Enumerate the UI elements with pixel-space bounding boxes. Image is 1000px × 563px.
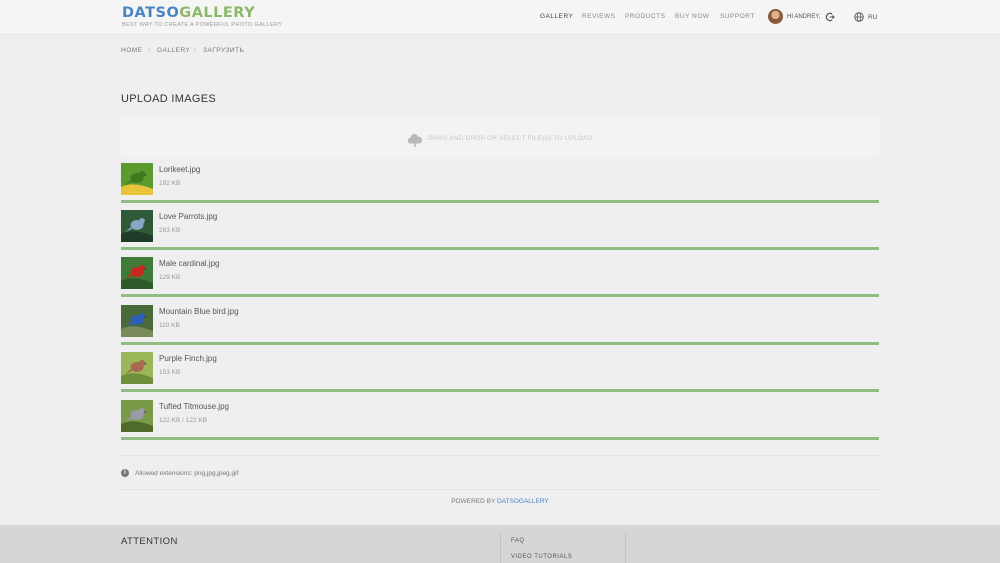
file-name: Purple Finch.jpg xyxy=(159,354,217,363)
upload-progress-bar xyxy=(121,389,879,392)
nav-buy-now[interactable]: BUY NOW xyxy=(675,13,709,20)
globe-icon xyxy=(854,12,864,22)
upload-progress-fill xyxy=(121,389,879,392)
upload-progress-fill xyxy=(121,200,879,203)
user-greeting: HI ANDREY, xyxy=(787,13,821,20)
breadcrumb-gallery[interactable]: GALLERY xyxy=(157,47,190,54)
file-row: Mountain Blue bird.jpg 110 KB xyxy=(121,305,879,352)
bird-photo-icon xyxy=(121,257,153,289)
file-size: 110 KB xyxy=(159,322,180,329)
bird-photo-icon xyxy=(121,163,153,195)
allowed-extensions-note: i Allowed extensions: png,jpg,jpeg,gif xyxy=(121,469,238,477)
file-name: Tufted Titmouse.jpg xyxy=(159,402,229,411)
bird-photo-icon xyxy=(121,210,153,242)
footer: ATTENTION FAQ VIDEO TUTORIALS xyxy=(0,525,1000,563)
dropzone-text: DRAG AND DROP OR SELECT FILE(S) TO UPLOA… xyxy=(428,135,593,142)
file-row: Male cardinal.jpg 129 KB xyxy=(121,257,879,304)
breadcrumb-separator: / xyxy=(194,47,196,54)
file-thumbnail xyxy=(121,163,153,195)
nav-gallery[interactable]: GALLERY xyxy=(540,13,573,20)
bird-photo-icon xyxy=(121,352,153,384)
nav-support[interactable]: SUPPORT xyxy=(720,13,755,20)
upload-progress-bar xyxy=(121,437,879,440)
file-name: Male cardinal.jpg xyxy=(159,259,220,268)
file-thumbnail xyxy=(121,305,153,337)
footer-links: FAQ VIDEO TUTORIALS xyxy=(500,533,626,563)
file-thumbnail xyxy=(121,257,153,289)
file-row: Purple Finch.jpg 153 KB xyxy=(121,352,879,399)
logo-text: DATSOGALLERY xyxy=(122,6,282,21)
logout-icon[interactable] xyxy=(825,12,836,22)
file-row: Lorikeet.jpg 192 KB xyxy=(121,163,879,210)
file-row: Tufted Titmouse.jpg 122 KB / 122 KB xyxy=(121,400,879,447)
file-thumbnail xyxy=(121,400,153,432)
upload-progress-bar xyxy=(121,342,879,345)
header: DATSOGALLERY BEST WAY TO CREATE A POWERF… xyxy=(0,0,1000,35)
powered-by-link[interactable]: DATSOGALLERY xyxy=(497,498,549,505)
bird-photo-icon xyxy=(121,305,153,337)
logo-part2: GALLERY xyxy=(179,5,256,21)
footer-link-faq[interactable]: FAQ xyxy=(511,538,525,544)
breadcrumb-home[interactable]: HOME xyxy=(121,47,143,54)
nav-reviews[interactable]: REVIEWS xyxy=(582,13,615,20)
breadcrumb-current: ЗАГРУЗИТЬ xyxy=(203,47,245,54)
upload-dropzone[interactable]: DRAG AND DROP OR SELECT FILE(S) TO UPLOA… xyxy=(121,118,879,158)
file-size: 122 KB / 122 KB xyxy=(159,417,208,424)
file-name: Lorikeet.jpg xyxy=(159,165,201,174)
footer-link-video-tutorials[interactable]: VIDEO TUTORIALS xyxy=(511,554,572,560)
upload-progress-bar xyxy=(121,294,879,297)
upload-progress-fill xyxy=(121,342,879,345)
logo-tagline: BEST WAY TO CREATE A POWERFUL PHOTO GALL… xyxy=(122,22,283,28)
file-row: Love Parrots.jpg 263 KB xyxy=(121,210,879,257)
language-label: RU xyxy=(868,13,878,21)
file-size: 129 KB xyxy=(159,274,181,281)
logo[interactable]: DATSOGALLERY BEST WAY TO CREATE A POWERF… xyxy=(122,6,283,29)
powered-by-prefix: POWERED BY xyxy=(451,498,496,505)
file-name: Mountain Blue bird.jpg xyxy=(159,307,239,316)
user-menu[interactable]: HI ANDREY, xyxy=(768,9,836,24)
upload-progress-bar xyxy=(121,247,879,250)
upload-progress-bar xyxy=(121,200,879,203)
nav-products[interactable]: PRODUCTS xyxy=(625,13,665,20)
upload-progress-fill xyxy=(121,437,879,440)
logo-part1: DATSO xyxy=(122,5,180,21)
bird-photo-icon xyxy=(121,400,153,432)
page-title: UPLOAD IMAGES xyxy=(121,93,216,105)
footer-attention-heading: ATTENTION xyxy=(121,536,178,547)
file-name: Love Parrots.jpg xyxy=(159,212,218,221)
file-size: 153 KB xyxy=(159,369,181,376)
cloud-upload-icon xyxy=(407,134,423,147)
divider xyxy=(121,455,879,456)
upload-progress-fill xyxy=(121,247,879,250)
file-thumbnail xyxy=(121,352,153,384)
file-size: 263 KB xyxy=(159,227,181,234)
language-switcher[interactable]: RU xyxy=(854,12,877,22)
file-thumbnail xyxy=(121,210,153,242)
breadcrumb-separator: / xyxy=(148,47,150,54)
avatar xyxy=(768,9,783,24)
file-size: 192 KB xyxy=(159,180,181,187)
divider xyxy=(121,489,879,490)
upload-progress-fill xyxy=(121,294,879,297)
powered-by: POWERED BY DATSOGALLERY xyxy=(0,498,1000,505)
allowed-extensions-text: Allowed extensions: png,jpg,jpeg,gif xyxy=(135,469,239,477)
info-icon: i xyxy=(121,469,129,477)
